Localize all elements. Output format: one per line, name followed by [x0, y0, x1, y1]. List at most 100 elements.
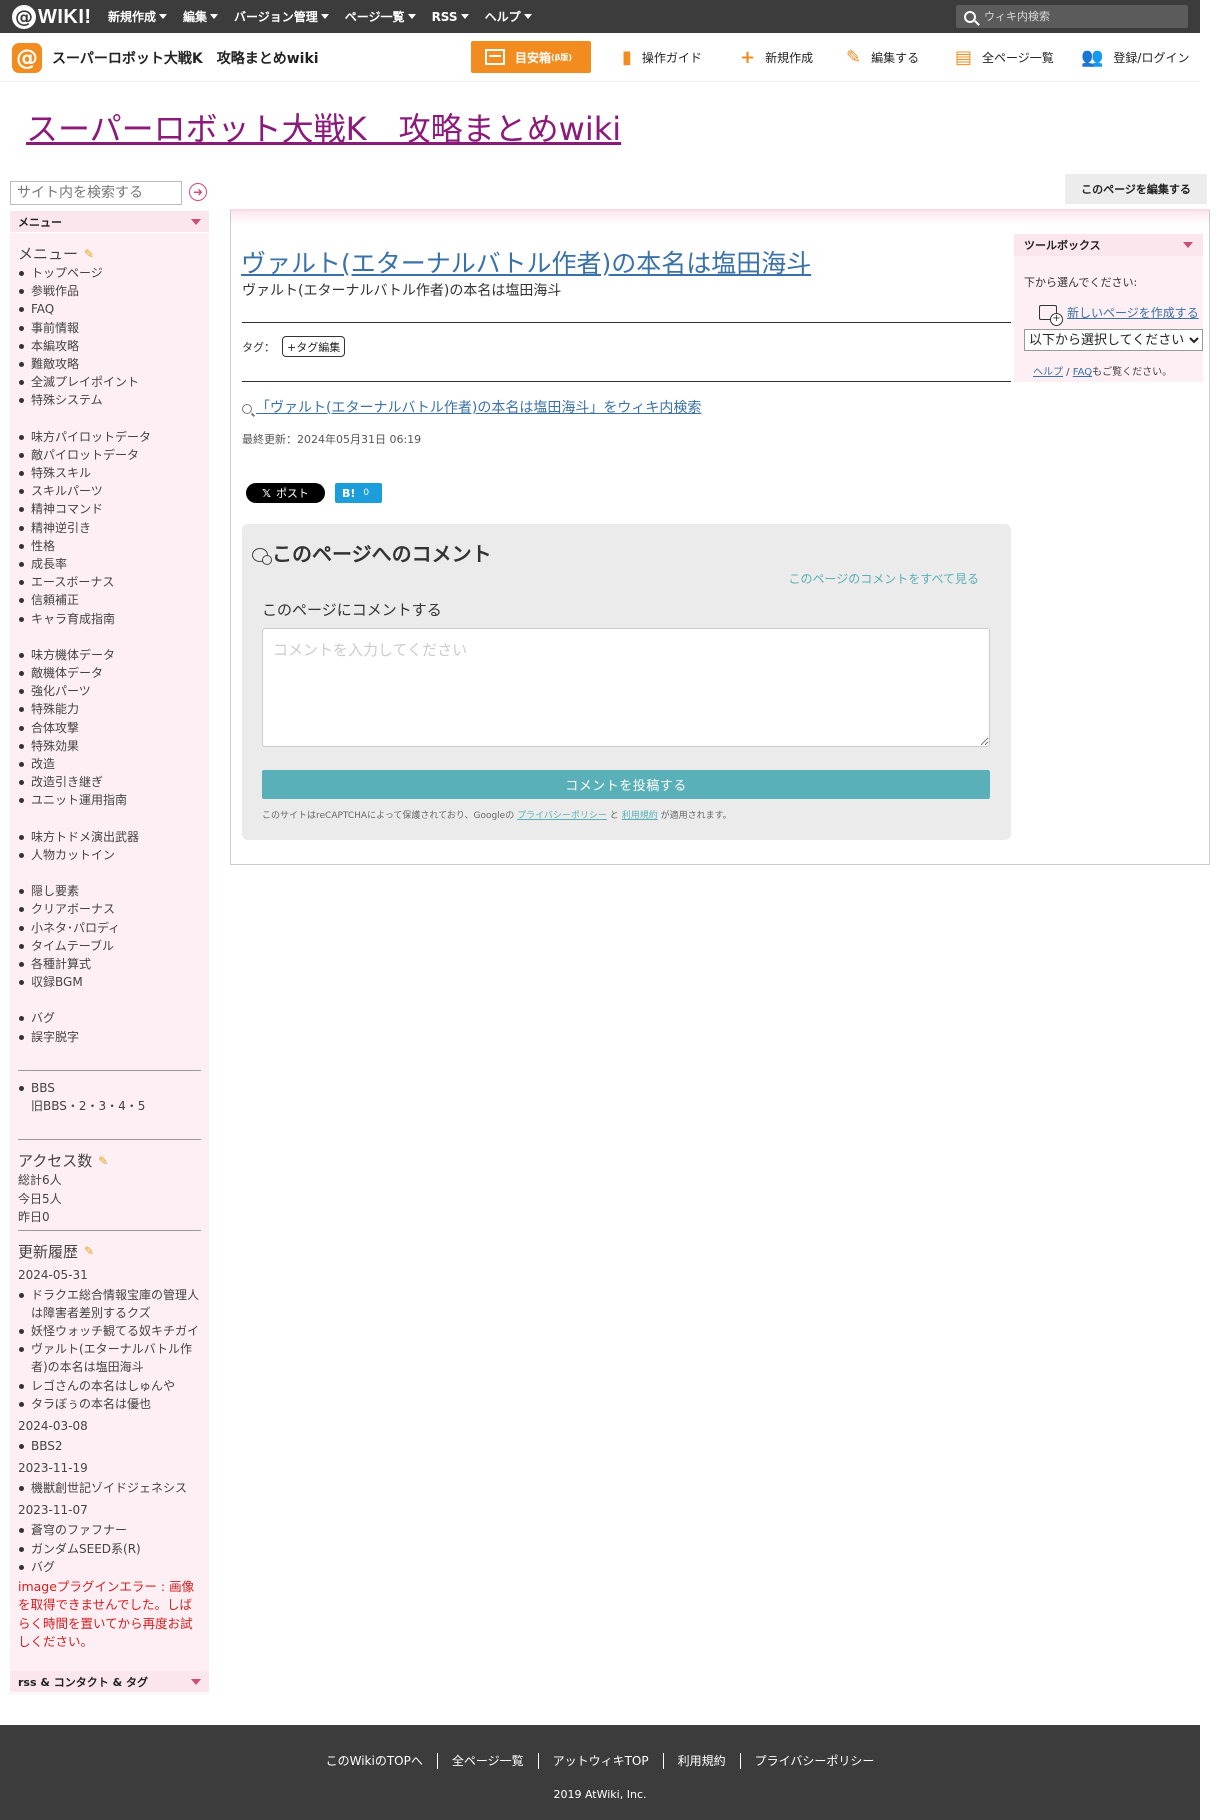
- list-item[interactable]: 敵パイロットデータ: [18, 446, 201, 464]
- post-comment-button[interactable]: コメントを投稿する: [262, 770, 990, 799]
- list-item[interactable]: 性格: [18, 537, 201, 555]
- help-link[interactable]: ヘルプ: [1033, 367, 1063, 378]
- list-item[interactable]: トップページ: [18, 264, 201, 282]
- list-item[interactable]: 精神逆引き: [18, 519, 201, 537]
- list-item[interactable]: 全滅プレイポイント: [18, 373, 201, 391]
- history-item[interactable]: 機獣創世記ゾイドジェネシス: [18, 1479, 201, 1497]
- wiki-logo-icon[interactable]: @: [12, 43, 42, 73]
- list-item[interactable]: エースボーナス: [18, 573, 201, 591]
- old-bbs-links[interactable]: 旧BBS・2・3・4・5: [18, 1097, 201, 1115]
- history-item[interactable]: レゴさんの本名はしゅんや: [18, 1377, 201, 1395]
- collapse-triangle-icon[interactable]: [191, 218, 201, 225]
- menu-version[interactable]: バージョン管理: [234, 8, 329, 25]
- history-item[interactable]: ヴァルト(エターナルバトル作者)の本名は塩田海斗: [18, 1340, 201, 1376]
- menu-edit[interactable]: 編集: [183, 8, 219, 25]
- list-item[interactable]: FAQ: [18, 300, 201, 318]
- history-item[interactable]: ドラクエ総合情報宝庫の管理人は障害者差別するクズ: [18, 1286, 201, 1322]
- edit-pencil-icon[interactable]: ✎: [84, 1244, 94, 1258]
- list-item[interactable]: 参戦作品: [18, 282, 201, 300]
- list-item[interactable]: バグ: [18, 1009, 201, 1027]
- list-item[interactable]: 敵機体データ: [18, 664, 201, 682]
- list-item[interactable]: キャラ育成指南: [18, 610, 201, 628]
- tag-edit-button[interactable]: +タグ編集: [282, 336, 346, 357]
- edit-pencil-icon[interactable]: ✎: [98, 1154, 108, 1168]
- page-title[interactable]: ヴァルト(エターナルバトル作者)の本名は塩田海斗: [241, 244, 811, 280]
- list-item[interactable]: 各種計算式: [18, 955, 201, 973]
- menu-page-list[interactable]: ページ一覧: [345, 8, 416, 25]
- wiki-search-link[interactable]: 「ヴァルト(エターナルバトル作者)の本名は塩田海斗」をウィキ内検索: [242, 397, 701, 417]
- hatena-bookmark-button[interactable]: B! 0: [335, 483, 382, 503]
- footer-wiki-top-link[interactable]: このWikiのTOPへ: [312, 1753, 437, 1769]
- menu-rss[interactable]: RSS: [432, 10, 469, 24]
- wiki-search-input[interactable]: [984, 10, 1174, 23]
- list-item[interactable]: スキルパーツ: [18, 482, 201, 500]
- footer-all-pages-link[interactable]: 全ページ一覧: [436, 1753, 538, 1769]
- bbs-link[interactable]: BBS: [18, 1079, 201, 1097]
- history-item[interactable]: BBS2: [18, 1437, 201, 1455]
- list-item[interactable]: 合体攻撃: [18, 719, 201, 737]
- collapse-triangle-icon[interactable]: [191, 1678, 201, 1685]
- list-item[interactable]: 改造引き継ぎ: [18, 773, 201, 791]
- list-item[interactable]: 特殊スキル: [18, 464, 201, 482]
- history-item[interactable]: タラぼぅの本名は優也: [18, 1395, 201, 1413]
- suggestion-box-button[interactable]: 目安箱 (β版): [471, 41, 591, 73]
- list-item[interactable]: 本編攻略: [18, 337, 201, 355]
- footer-atwiki-top-link[interactable]: アットウィキTOP: [537, 1753, 663, 1769]
- list-item[interactable]: ユニット運用指南: [18, 791, 201, 809]
- history-item[interactable]: バグ: [18, 1558, 201, 1576]
- x-post-button[interactable]: 𝕏 ポスト: [246, 483, 325, 503]
- wiki-name-link[interactable]: スーパーロボット大戦K 攻略まとめwiki: [52, 48, 319, 68]
- list-item[interactable]: 事前情報: [18, 319, 201, 337]
- list-item[interactable]: 小ネタ･パロディ: [18, 919, 201, 937]
- all-pages-link[interactable]: ▤ 全ページ一覧: [955, 47, 1054, 68]
- login-link[interactable]: 👥 登録/ログイン: [1081, 47, 1189, 68]
- list-item[interactable]: 信頼補正: [18, 591, 201, 609]
- toolbox-select[interactable]: 以下から選択してください: [1024, 329, 1203, 351]
- history-item[interactable]: ガンダムSEED系(R): [18, 1540, 201, 1558]
- list-item[interactable]: タイムテーブル: [18, 937, 201, 955]
- view-all-comments-link[interactable]: このページのコメントをすべて見る: [789, 570, 979, 587]
- sidebar-menu-section: メニュー ✎ トップページ 参戦作品 FAQ 事前情報 本編攻略 難敵攻略 全滅プ…: [10, 243, 209, 1652]
- list-item[interactable]: 味方パイロットデータ: [18, 428, 201, 446]
- site-search-input[interactable]: [10, 181, 182, 205]
- history-item[interactable]: 蒼穹のファフナー: [18, 1521, 201, 1539]
- footer-privacy-link[interactable]: プライバシーポリシー: [739, 1753, 889, 1769]
- edit-pencil-icon[interactable]: ✎: [84, 247, 94, 261]
- list-item[interactable]: 成長率: [18, 555, 201, 573]
- comment-textarea[interactable]: [262, 628, 990, 747]
- edit-this-page-button[interactable]: このページを編集する: [1065, 174, 1207, 204]
- list-item[interactable]: 誤字脱字: [18, 1028, 201, 1046]
- list-item[interactable]: 隠し要素: [18, 882, 201, 900]
- history-item[interactable]: 妖怪ウォッチ観てる奴キチガイ: [18, 1322, 201, 1340]
- list-item[interactable]: 精神コマンド: [18, 500, 201, 518]
- sidebar-menu-bar[interactable]: メニュー: [10, 211, 209, 233]
- list-item[interactable]: 味方トドメ演出武器: [18, 828, 201, 846]
- guide-link[interactable]: ▮ 操作ガイド: [622, 47, 702, 68]
- rss-contact-tag-bar[interactable]: rss & コンタクト & タグ: [10, 1671, 209, 1693]
- list-item[interactable]: 味方機体データ: [18, 646, 201, 664]
- create-new-page-link[interactable]: 新しいページを作成する: [1039, 304, 1199, 326]
- list-item[interactable]: 特殊能力: [18, 700, 201, 718]
- list-item[interactable]: 人物カットイン: [18, 846, 201, 864]
- new-page-link[interactable]: + 新規作成: [740, 47, 813, 68]
- toolbox-bar[interactable]: ツールボックス: [1014, 234, 1203, 256]
- faq-link[interactable]: FAQ: [1073, 367, 1092, 378]
- list-item[interactable]: 強化パーツ: [18, 682, 201, 700]
- list-item[interactable]: クリアボーナス: [18, 900, 201, 918]
- atwiki-logo[interactable]: @ WIKI!: [12, 5, 92, 29]
- list-item[interactable]: 収録BGM: [18, 973, 201, 991]
- search-icon[interactable]: [964, 10, 976, 23]
- search-submit-arrow-icon[interactable]: ➜: [189, 183, 207, 201]
- menu-help[interactable]: ヘルプ: [485, 8, 532, 25]
- edit-link[interactable]: ✎ 編集する: [846, 47, 919, 68]
- menu-new[interactable]: 新規作成: [108, 8, 168, 25]
- list-item[interactable]: 難敵攻略: [18, 355, 201, 373]
- list-item[interactable]: 特殊効果: [18, 737, 201, 755]
- footer-terms-link[interactable]: 利用規約: [662, 1753, 740, 1769]
- wiki-title-link[interactable]: スーパーロボット大戦K 攻略まとめwiki: [26, 104, 621, 150]
- collapse-triangle-icon[interactable]: [1183, 242, 1193, 248]
- list-item[interactable]: 特殊システム: [18, 391, 201, 409]
- list-item[interactable]: 改造: [18, 755, 201, 773]
- terms-link[interactable]: 利用規約: [622, 811, 658, 821]
- privacy-policy-link[interactable]: プライバシーポリシー: [517, 811, 607, 821]
